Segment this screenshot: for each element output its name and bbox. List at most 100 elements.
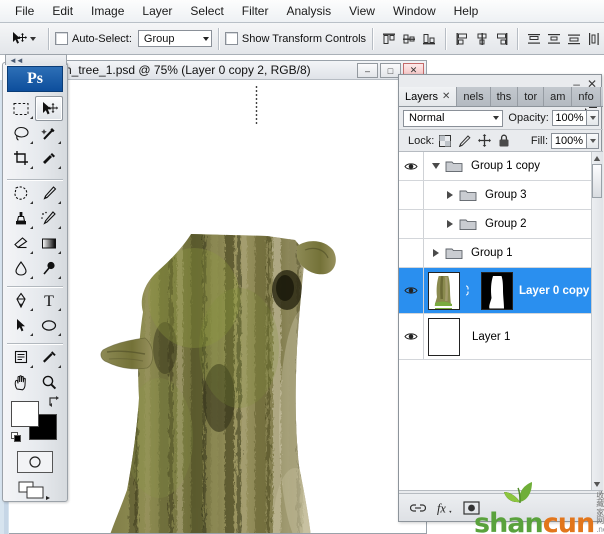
layer-visibility-toggle[interactable] bbox=[399, 181, 424, 209]
menu-image[interactable]: Image bbox=[82, 2, 133, 21]
group-expand-arrow[interactable] bbox=[428, 163, 443, 169]
layer-list-scrollbar[interactable] bbox=[591, 152, 603, 490]
align-right-edges-button[interactable] bbox=[493, 29, 511, 48]
menu-analysis[interactable]: Analysis bbox=[277, 2, 340, 21]
tool-pen[interactable] bbox=[7, 288, 35, 313]
align-bottom-edges-button[interactable] bbox=[420, 29, 438, 48]
tab-channels[interactable]: nels bbox=[457, 87, 490, 106]
menu-view[interactable]: View bbox=[340, 2, 384, 21]
minimize-button[interactable]: – bbox=[357, 63, 378, 78]
layer-style-button[interactable]: fx bbox=[436, 499, 453, 516]
layer-row-group-2[interactable]: Group 2 bbox=[399, 210, 603, 239]
tab-history[interactable]: tor bbox=[518, 87, 544, 106]
foreground-color-swatch[interactable] bbox=[11, 401, 39, 427]
layer-visibility-toggle[interactable] bbox=[399, 268, 424, 313]
scrollbar-thumb[interactable] bbox=[592, 164, 602, 198]
layer-row-layer-1[interactable]: Layer 1 bbox=[399, 314, 603, 360]
distribute-vertical-centers-button[interactable] bbox=[545, 29, 563, 48]
layer-list[interactable]: Group 1 copy Group 3 bbox=[399, 152, 603, 491]
swap-colors-icon[interactable] bbox=[48, 395, 61, 408]
group-expand-arrow[interactable] bbox=[442, 220, 457, 228]
opacity-slider-arrow[interactable] bbox=[587, 110, 599, 126]
scroll-up-arrow[interactable] bbox=[592, 153, 602, 163]
layer-visibility-toggle[interactable] bbox=[399, 239, 424, 267]
layer-thumbnail[interactable] bbox=[428, 272, 460, 310]
tool-history-brush[interactable] bbox=[35, 206, 63, 231]
toolbox-collapse-handle[interactable]: ◄◄ bbox=[5, 54, 67, 65]
menu-file[interactable]: File bbox=[6, 2, 43, 21]
lock-transparent-pixels-icon[interactable] bbox=[439, 135, 451, 147]
add-layer-mask-button[interactable] bbox=[463, 499, 480, 516]
link-mask-icon[interactable] bbox=[462, 284, 471, 297]
layer-visibility-toggle[interactable] bbox=[399, 314, 424, 359]
layer-mask-thumbnail[interactable] bbox=[481, 272, 513, 310]
align-vertical-centers-button[interactable] bbox=[400, 29, 418, 48]
lock-image-pixels-icon[interactable] bbox=[458, 135, 471, 147]
tool-dodge[interactable] bbox=[35, 256, 63, 281]
layer-row-group-1-copy[interactable]: Group 1 copy bbox=[399, 152, 603, 181]
fill-slider-arrow[interactable] bbox=[587, 133, 599, 149]
tool-hand[interactable] bbox=[7, 370, 35, 395]
layer-visibility-toggle[interactable] bbox=[399, 210, 424, 238]
tool-brush[interactable] bbox=[35, 181, 63, 206]
tool-gradient[interactable] bbox=[35, 231, 63, 256]
menu-select[interactable]: Select bbox=[181, 2, 232, 21]
align-top-edges-button[interactable] bbox=[380, 29, 398, 48]
tool-type[interactable]: T bbox=[35, 288, 63, 313]
tool-notes[interactable] bbox=[7, 345, 35, 370]
tool-blur[interactable] bbox=[7, 256, 35, 281]
group-expand-arrow[interactable] bbox=[428, 249, 443, 257]
tool-eyedropper-sample[interactable] bbox=[35, 345, 63, 370]
menu-layer[interactable]: Layer bbox=[133, 2, 181, 21]
tab-layers[interactable]: Layers ✕ bbox=[399, 87, 457, 106]
auto-select-dropdown[interactable]: Group bbox=[138, 30, 212, 47]
tool-crop[interactable] bbox=[7, 146, 35, 171]
menu-filter[interactable]: Filter bbox=[233, 2, 278, 21]
layer-visibility-toggle[interactable] bbox=[399, 152, 424, 180]
blend-mode-dropdown[interactable]: Normal bbox=[403, 110, 503, 127]
show-transform-controls-checkbox[interactable] bbox=[225, 32, 238, 45]
tool-lasso[interactable] bbox=[7, 121, 35, 146]
layer-thumbnail[interactable] bbox=[428, 318, 460, 356]
align-horizontal-centers-button[interactable] bbox=[473, 29, 491, 48]
fill-input[interactable]: 100% bbox=[551, 133, 587, 149]
document-title-bar[interactable]: n_tree_1.psd @ 75% (Layer 0 copy 2, RGB/… bbox=[8, 60, 427, 80]
current-tool-move-tool[interactable] bbox=[0, 30, 42, 47]
close-icon[interactable]: ✕ bbox=[442, 91, 450, 102]
distribute-left-edges-button[interactable] bbox=[585, 29, 603, 48]
distribute-top-edges-button[interactable] bbox=[525, 29, 543, 48]
tool-ellipse-shape[interactable] bbox=[35, 313, 63, 338]
menu-window[interactable]: Window bbox=[384, 2, 445, 21]
layer-row-group-1[interactable]: Group 1 bbox=[399, 239, 603, 268]
link-layers-button[interactable] bbox=[409, 499, 426, 516]
screen-mode-button[interactable] bbox=[15, 479, 55, 505]
auto-select-checkbox[interactable] bbox=[55, 32, 68, 45]
tool-magic-wand[interactable] bbox=[35, 121, 63, 146]
default-colors-icon[interactable] bbox=[11, 432, 22, 443]
quick-mask-button[interactable] bbox=[17, 451, 53, 473]
layer-row-group-3[interactable]: Group 3 bbox=[399, 181, 603, 210]
tool-zoom[interactable] bbox=[35, 370, 63, 395]
distribute-bottom-edges-button[interactable] bbox=[565, 29, 583, 48]
group-expand-arrow[interactable] bbox=[442, 191, 457, 199]
tool-move[interactable] bbox=[35, 96, 63, 121]
lock-all-icon[interactable] bbox=[498, 134, 510, 147]
tool-eyedropper[interactable] bbox=[35, 146, 63, 171]
layer-row-layer-0-copy-2[interactable]: Layer 0 copy 2 bbox=[399, 268, 603, 314]
tab-paths[interactable]: ths bbox=[491, 87, 519, 106]
scroll-down-arrow[interactable] bbox=[592, 479, 602, 489]
align-left-edges-button[interactable] bbox=[453, 29, 471, 48]
tool-patch[interactable] bbox=[7, 181, 35, 206]
tool-rectangular-marquee[interactable] bbox=[7, 96, 35, 121]
tool-path-selection[interactable] bbox=[7, 313, 35, 338]
lock-position-icon[interactable] bbox=[478, 134, 491, 147]
tool-clone-stamp[interactable] bbox=[7, 206, 35, 231]
menu-help[interactable]: Help bbox=[445, 2, 488, 21]
tool-eraser[interactable] bbox=[7, 231, 35, 256]
tool-preset-chevron-icon[interactable] bbox=[30, 37, 36, 41]
tab-info[interactable]: nfo bbox=[572, 87, 600, 106]
opacity-input[interactable]: 100% bbox=[552, 110, 587, 126]
menu-edit[interactable]: Edit bbox=[43, 2, 82, 21]
tab-histogram[interactable]: am bbox=[544, 87, 572, 106]
document-canvas[interactable] bbox=[9, 80, 426, 533]
